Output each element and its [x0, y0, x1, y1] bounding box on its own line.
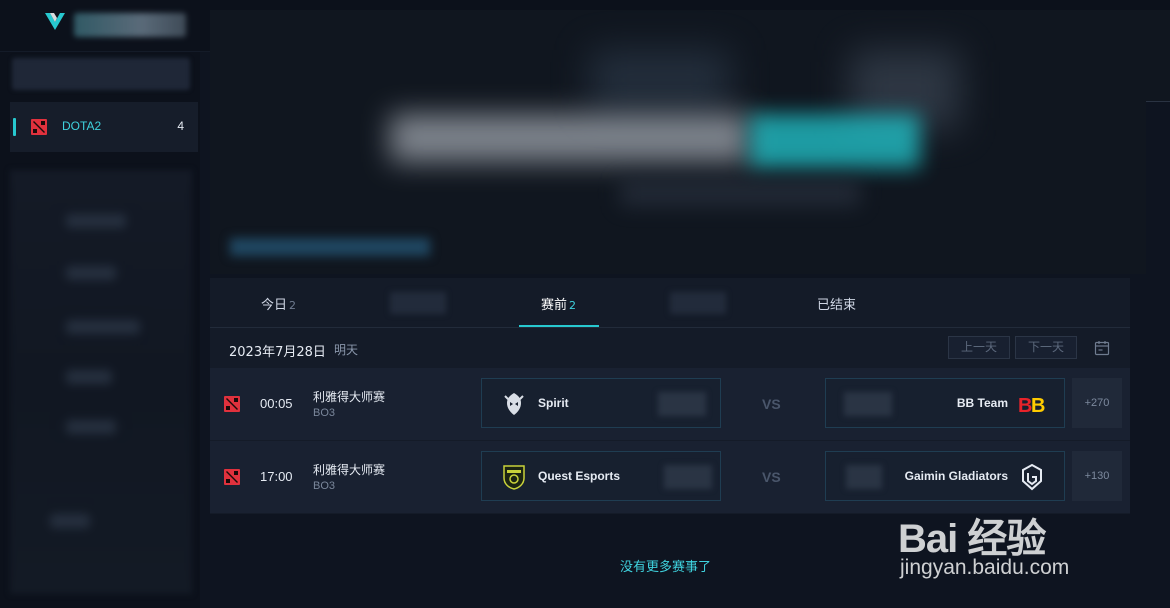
more-odds-button[interactable]: +130	[1072, 451, 1122, 501]
tab-count: 2	[289, 299, 297, 312]
team-a-name: Quest Esports	[538, 469, 621, 483]
no-more-matches-text: 没有更多赛事了	[620, 560, 712, 575]
tab-label: 赛前	[541, 298, 568, 313]
brand-name-blurred	[74, 13, 186, 37]
promo-banner-blurred[interactable]	[210, 10, 1146, 274]
team-a-card[interactable]: Quest Esports	[481, 451, 721, 501]
calendar-icon[interactable]	[1094, 340, 1110, 356]
sidebar-list-blurred	[10, 170, 192, 594]
match-league: 利雅得大师赛	[313, 463, 386, 477]
tab-bar: 今日 2 赛前 2 已结束	[210, 278, 1130, 328]
date-header: 2023年7月28日 明天 上一天 下一天	[210, 328, 1130, 368]
team-a-name: Spirit	[538, 396, 569, 410]
brand-logo[interactable]	[44, 10, 66, 32]
match-format: BO3	[313, 480, 336, 492]
date-relative: 明天	[334, 343, 359, 357]
team-b-odds-blurred	[846, 465, 882, 489]
watermark-url: jingyan.baidu.com	[900, 556, 1070, 579]
match-time: 00:05	[260, 396, 293, 411]
team-a-odds-blurred	[664, 465, 712, 489]
tab-finished[interactable]: 已结束	[817, 294, 856, 313]
tab-label: 已结束	[817, 298, 857, 313]
team-b-card[interactable]: Gaimin Gladiators	[825, 451, 1065, 501]
active-indicator	[13, 118, 16, 136]
bb-team-logo-icon: B B	[1018, 395, 1045, 417]
team-b-name: Gaimin Gladiators	[904, 469, 1008, 483]
dota2-icon	[224, 469, 240, 485]
prev-day-button[interactable]: 上一天	[948, 336, 1010, 359]
active-tab-underline	[519, 325, 599, 327]
team-b-card[interactable]: BB Team B B	[825, 378, 1065, 428]
more-odds-button[interactable]: +270	[1072, 378, 1122, 428]
team-b-odds-blurred	[844, 392, 892, 416]
gaimin-gladiators-logo-icon	[1022, 463, 1042, 491]
match-format: BO3	[313, 407, 336, 419]
sidebar-item-count: 4	[177, 119, 184, 133]
spirit-logo-icon	[504, 393, 524, 415]
match-time: 17:00	[260, 469, 293, 484]
sidebar-item-dota2[interactable]: DOTA2 4	[10, 102, 198, 152]
right-header-strip	[1146, 10, 1170, 102]
tab-today[interactable]: 今日 2	[261, 294, 296, 313]
tab-blurred[interactable]	[670, 292, 726, 314]
match-row[interactable]: 17:00 利雅得大师赛 BO3 Quest Esports VS Gaimin…	[210, 441, 1130, 513]
quest-esports-logo-icon	[503, 465, 525, 490]
sidebar-search-blurred	[12, 58, 190, 90]
vs-label: VS	[762, 469, 781, 485]
tab-blurred[interactable]	[390, 292, 446, 314]
date-label: 2023年7月28日	[229, 345, 326, 360]
tab-upcoming[interactable]: 赛前 2	[541, 294, 576, 313]
team-a-card[interactable]: Spirit	[481, 378, 721, 428]
tab-label: 今日	[261, 298, 288, 313]
vs-label: VS	[762, 396, 781, 412]
match-panel: 今日 2 赛前 2 已结束 2023年7月28日 明天 上一天 下一天 00:0…	[210, 278, 1130, 514]
svg-text:B: B	[1031, 395, 1045, 417]
match-row[interactable]: 00:05 利雅得大师赛 BO3 Spirit VS BB Team B B +…	[210, 368, 1130, 440]
dota2-icon	[31, 119, 47, 135]
team-a-odds-blurred	[658, 392, 706, 416]
next-day-button[interactable]: 下一天	[1015, 336, 1077, 359]
team-b-name: BB Team	[956, 396, 1008, 410]
sidebar: DOTA2 4	[0, 52, 200, 608]
match-league: 利雅得大师赛	[313, 390, 386, 404]
sidebar-item-label: DOTA2	[62, 119, 102, 133]
tab-count: 2	[569, 299, 577, 312]
dota2-icon	[224, 396, 240, 412]
